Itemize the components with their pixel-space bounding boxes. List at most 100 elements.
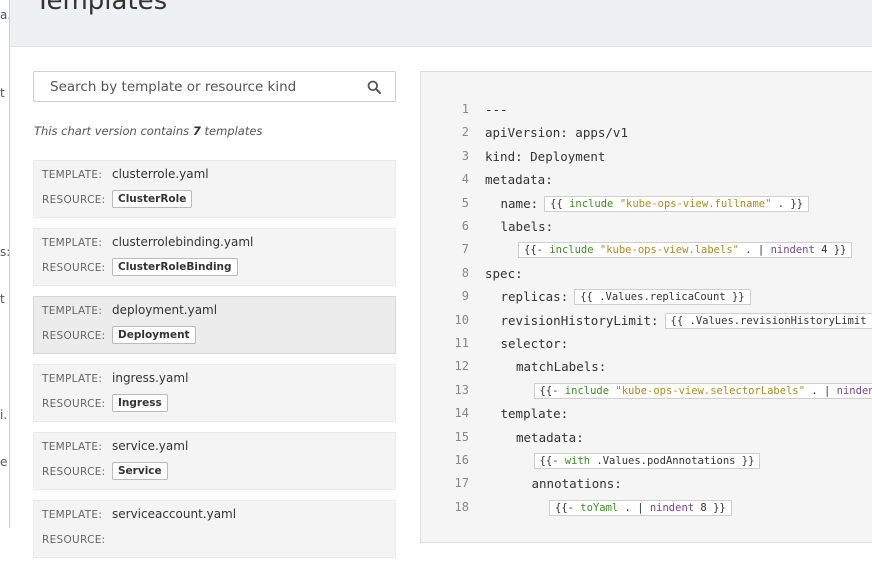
code-key: name: — [501, 196, 539, 211]
adjacent-panel-edge: a. t s: t i. e — [0, 0, 10, 528]
line-number: 17 — [443, 476, 469, 490]
template-count: 7 — [193, 124, 201, 138]
template-expression: {{ .Values.revisionHistoryLimit }} — [665, 313, 872, 329]
template-item[interactable]: TEMPLATE:ingress.yamlRESOURCE:Ingress — [33, 364, 396, 422]
template-filename: clusterrolebinding.yaml — [112, 235, 253, 249]
line-number: 18 — [443, 500, 469, 514]
template-item[interactable]: TEMPLATE:deployment.yamlRESOURCE:Deploym… — [33, 296, 396, 354]
code-key: metadata: — [516, 430, 584, 445]
line-number: 11 — [443, 336, 469, 350]
template-filename: service.yaml — [112, 439, 188, 453]
expression-token: include — [565, 385, 609, 397]
line-number: 14 — [443, 406, 469, 420]
code-text: metadata: — [485, 172, 553, 187]
template-expression: {{- toYaml . | nindent 8 }} — [549, 500, 732, 516]
line-number: 5 — [443, 196, 469, 210]
line-number: 12 — [443, 359, 469, 373]
template-label: TEMPLATE: — [42, 373, 102, 385]
expression-token: toYaml — [580, 502, 618, 514]
left-fragment: s: — [0, 245, 10, 259]
left-fragment: t — [0, 292, 5, 306]
search-input[interactable] — [34, 72, 360, 101]
code-text: revisionHistoryLimit:{{ .Values.revision… — [501, 313, 872, 329]
template-count-note: This chart version contains 7 templates — [34, 124, 262, 138]
template-label: TEMPLATE: — [42, 305, 102, 317]
line-number: 2 — [443, 125, 469, 139]
line-number: 10 — [443, 313, 469, 327]
code-text: replicas:{{ .Values.replicaCount }} — [501, 289, 751, 305]
left-fragment: t — [0, 86, 5, 100]
code-text: labels: — [501, 219, 554, 234]
resource-kind-badge: ClusterRoleBinding — [112, 258, 238, 276]
template-item[interactable]: TEMPLATE: service.yaml RESOURCE: Service — [33, 432, 396, 490]
code-key: kind: Deployment — [485, 149, 605, 164]
expression-token: {{ — [550, 198, 569, 210]
code-viewer: 1---2apiVersion: apps/v13kind: Deploymen… — [420, 71, 872, 543]
template-item[interactable]: TEMPLATE: serviceaccount.yaml RESOURCE: — [33, 500, 396, 558]
template-expression: {{ .Values.replicaCount }} — [574, 289, 750, 305]
template-expression: {{- include "kube-ops-view.selectorLabel… — [534, 383, 872, 399]
expression-token: {{ .Values.replicaCount }} — [580, 291, 744, 303]
line-number: 16 — [443, 453, 469, 467]
expression-token: include — [569, 198, 613, 210]
code-text: spec: — [485, 266, 523, 281]
code-key: annotations: — [532, 476, 622, 491]
line-number: 15 — [443, 430, 469, 444]
code-key: --- — [485, 102, 508, 117]
template-label: TEMPLATE: — [42, 441, 102, 453]
left-fragment: a. — [0, 8, 10, 22]
code-key: selector: — [501, 336, 569, 351]
template-search — [33, 71, 396, 102]
expression-token: "kube-ops-view.labels" — [600, 244, 739, 256]
expression-token: {{- — [540, 385, 565, 397]
page-header: Templates — [10, 0, 872, 47]
count-prefix: This chart version contains — [34, 124, 189, 138]
code-text: template: — [501, 406, 569, 421]
code-text: name: {{ include "kube-ops-view.fullname"… — [501, 196, 810, 212]
code-text: --- — [485, 102, 508, 117]
code-key: template: — [501, 406, 569, 421]
code-key: apiVersion: apps/v1 — [485, 125, 628, 140]
template-filename: deployment.yaml — [112, 303, 217, 317]
line-number: 3 — [443, 149, 469, 163]
count-suffix: templates — [205, 124, 263, 138]
expression-token: . | — [739, 244, 771, 256]
code-text: metadata: — [516, 430, 584, 445]
code-text: kind: Deployment — [485, 149, 605, 164]
expression-token: 8 }} — [694, 502, 726, 514]
template-item[interactable]: TEMPLATE:clusterrole.yamlRESOURCE:Cluste… — [33, 160, 396, 218]
template-expression: {{- include "kube-ops-view.labels" . | n… — [518, 242, 852, 258]
template-expression: {{ include "kube-ops-view.fullname" . }} — [544, 196, 809, 212]
expression-token: include — [549, 244, 593, 256]
expression-token: with — [565, 455, 590, 467]
expression-token: {{- — [555, 502, 580, 514]
resource-label: RESOURCE: — [42, 534, 106, 546]
expression-token: .Values.podAnnotations }} — [590, 455, 754, 467]
code-key: metadata: — [485, 172, 553, 187]
expression-token: "kube-ops-view.fullname" — [620, 198, 772, 210]
code-text: apiVersion: apps/v1 — [485, 125, 628, 140]
resource-label: RESOURCE: — [42, 262, 106, 274]
code-text: {{- include "kube-ops-view.labels" . | n… — [516, 242, 852, 258]
resource-label: RESOURCE: — [42, 398, 106, 410]
code-text: matchLabels: — [516, 359, 606, 374]
resource-kind-badge: Service — [112, 462, 168, 480]
resource-label: RESOURCE: — [42, 330, 106, 342]
template-item[interactable]: TEMPLATE: clusterrolebinding.yaml RESOURCE… — [33, 228, 396, 286]
template-filename: serviceaccount.yaml — [112, 507, 236, 521]
expression-token: {{ .Values.revisionHistoryLimit }} — [671, 315, 872, 327]
line-number: 6 — [443, 219, 469, 233]
template-label: TEMPLATE: — [42, 237, 102, 249]
expression-token: nindent — [771, 244, 815, 256]
code-text: {{- with .Values.podAnnotations }} — [532, 453, 761, 469]
resource-label: RESOURCE: — [42, 466, 106, 478]
left-fragment: i. — [0, 408, 7, 422]
line-number: 13 — [443, 383, 469, 397]
code-text: {{- toYaml . | nindent 8 }} — [547, 500, 732, 516]
code-text: annotations: — [532, 476, 622, 491]
expression-token: "kube-ops-view.selectorLabels" — [615, 385, 805, 397]
search-icon[interactable] — [367, 80, 381, 94]
left-fragment: e — [0, 455, 7, 469]
template-label: TEMPLATE: — [42, 509, 102, 521]
expression-token: 4 }} — [815, 244, 847, 256]
